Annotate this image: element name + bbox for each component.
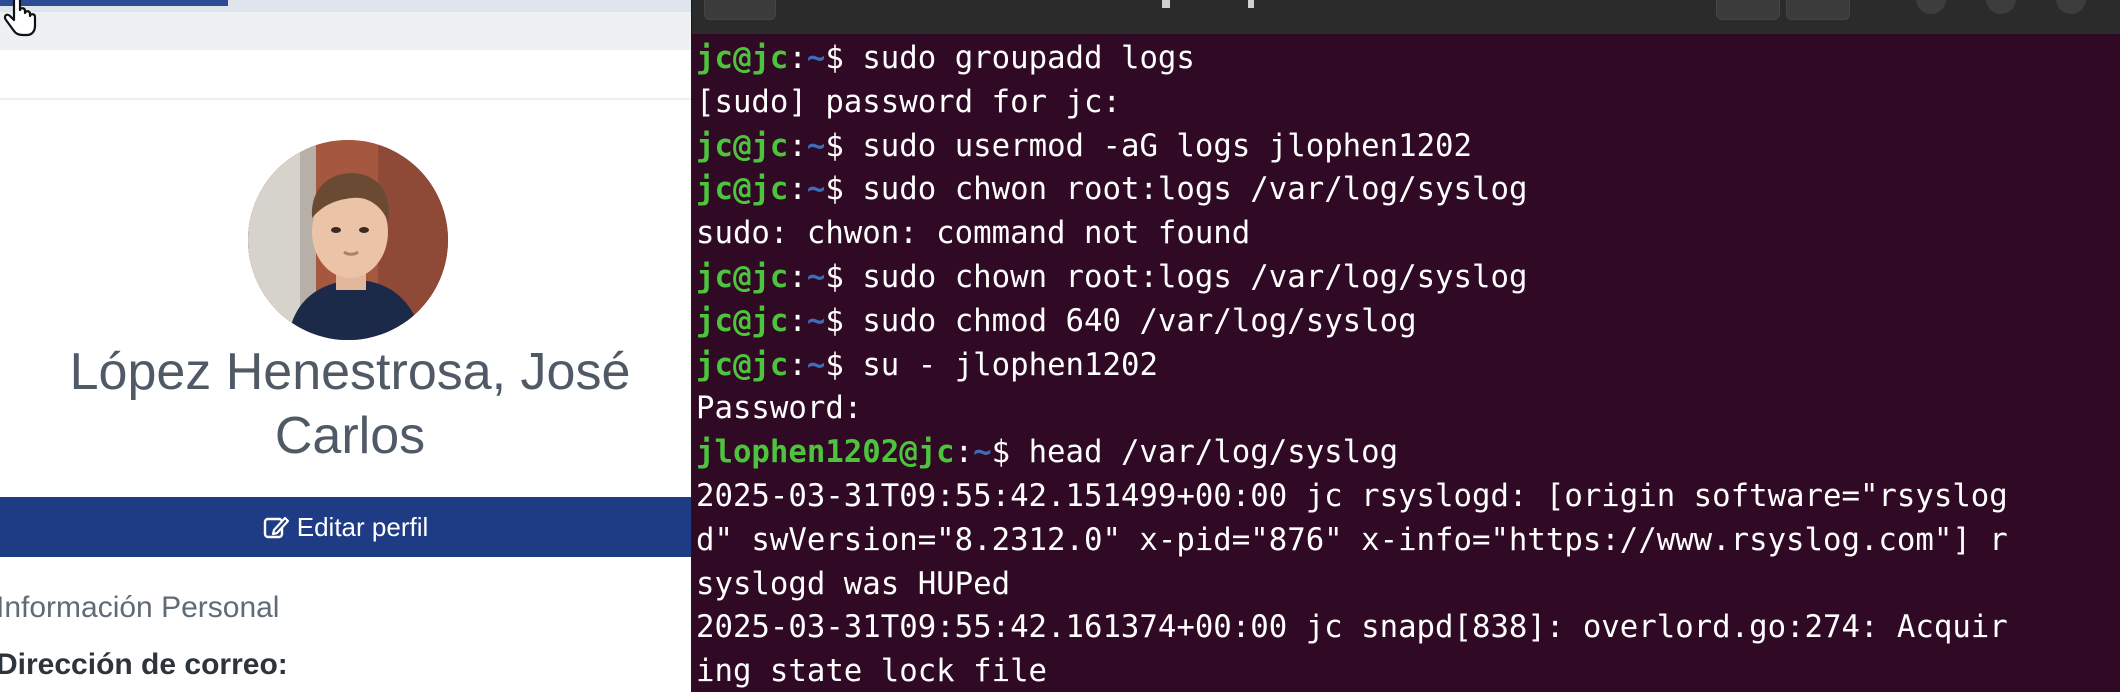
prompt-path: ~ xyxy=(806,259,826,295)
maximize-button[interactable] xyxy=(1986,0,2016,14)
line-text: head /var/log/syslog xyxy=(1028,435,1399,471)
prompt-user: jc@jc xyxy=(696,41,789,76)
header-divider xyxy=(0,98,691,100)
line-text: syslogd was HUPed xyxy=(696,566,1011,602)
terminal-command-line: jc@jc:~$ sudo groupadd logs xyxy=(696,41,1195,76)
personal-info-heading: Información Personal xyxy=(0,591,280,624)
page-top-strip xyxy=(0,0,691,50)
line-text: sudo groupadd logs xyxy=(862,41,1195,76)
search-button[interactable] xyxy=(1716,0,1780,20)
terminal-output-line: Password: xyxy=(696,387,2120,431)
minimize-button[interactable] xyxy=(1916,0,1946,14)
terminal-titlebar[interactable] xyxy=(692,0,2120,34)
hand-cursor-icon xyxy=(3,0,37,37)
terminal-command-line: jc@jc:~$ su - jlophen1202 xyxy=(696,347,1158,383)
menu-button[interactable] xyxy=(1786,0,1850,20)
prompt-user: jlophen1202@jc xyxy=(696,435,955,471)
terminal-output-line: 2025-03-31T09:55:42.151499+00:00 jc rsys… xyxy=(696,475,2120,519)
line-text: Password: xyxy=(696,391,863,427)
profile-name: López Henestrosa, José Carlos xyxy=(69,343,631,465)
terminal-output[interactable]: jc@jc:~$ sudo groupadd logs [sudo] passwo… xyxy=(696,37,2120,692)
line-text: sudo chmod 640 /var/log/syslog xyxy=(862,303,1417,339)
prompt-path: ~ xyxy=(806,172,826,208)
line-text: su - jlophen1202 xyxy=(862,347,1158,383)
profile-avatar xyxy=(248,140,448,340)
terminal-command-line: jc@jc:~$ sudo chmod 640 /var/log/syslog xyxy=(696,303,1417,339)
prompt-user: jc@jc xyxy=(696,347,789,383)
line-text: sudo chown root:logs /var/log/syslog xyxy=(862,259,1528,295)
terminal-output-line: ing state lock file xyxy=(696,650,2120,692)
terminal-output-line: d" swVersion="8.2312.0" x-pid="876" x-in… xyxy=(696,519,2120,563)
prompt-path: ~ xyxy=(806,41,826,76)
edit-profile-label: Editar perfil xyxy=(296,511,429,542)
window-title xyxy=(1162,0,1254,8)
terminal-command-line: jc@jc:~$ sudo chown root:logs /var/log/s… xyxy=(696,259,1528,295)
terminal-output-line: [sudo] password for jc: xyxy=(696,81,2120,125)
prompt-path: ~ xyxy=(806,347,826,383)
prompt-user: jc@jc xyxy=(696,303,789,339)
terminal-command-line: jc@jc:~$ sudo usermod -aG logs jlophen12… xyxy=(696,128,1473,164)
line-text: sudo usermod -aG logs jlophen1202 xyxy=(862,128,1473,164)
close-button[interactable] xyxy=(2056,0,2086,14)
terminal-output-line: syslogd was HUPed xyxy=(696,563,2120,607)
edit-icon xyxy=(263,516,289,539)
prompt-path: ~ xyxy=(973,435,992,471)
line-text: ing state lock file xyxy=(696,654,1048,690)
profile-photo xyxy=(248,140,448,340)
prompt-path: ~ xyxy=(806,303,826,339)
line-text: 2025-03-31T09:55:42.161374+00:00 jc snap… xyxy=(696,610,2008,646)
terminal-command-line: jc@jc:~$ sudo chwon root:logs /var/log/s… xyxy=(696,172,1528,208)
edit-profile-button[interactable]: Editar perfil xyxy=(0,497,691,557)
prompt-user: jc@jc xyxy=(696,128,789,164)
prompt-path: ~ xyxy=(806,128,826,164)
line-text: [sudo] password for jc: xyxy=(696,84,1121,120)
prompt-user: jc@jc xyxy=(696,259,789,295)
new-tab-button[interactable] xyxy=(704,0,776,20)
line-text: 2025-03-31T09:55:42.151499+00:00 jc rsys… xyxy=(696,478,2008,514)
prompt-user: jc@jc xyxy=(696,172,789,208)
profile-page: López Henestrosa, José Carlos Editar per… xyxy=(0,0,691,692)
terminal-window[interactable]: jc@jc:~$ sudo groupadd logs [sudo] passwo… xyxy=(691,0,2120,692)
email-label: Dirección de correo: xyxy=(0,648,288,681)
line-text: sudo chwon root:logs /var/log/syslog xyxy=(862,172,1528,208)
line-text: sudo: chwon: command not found xyxy=(696,216,1251,252)
terminal-command-line: jlophen1202@jc:~$ head /var/log/syslog xyxy=(696,435,1399,471)
loading-progress-bar xyxy=(0,0,691,12)
terminal-output-line: sudo: chwon: command not found xyxy=(696,212,2120,256)
line-text: d" swVersion="8.2312.0" x-pid="876" x-in… xyxy=(696,522,2008,558)
terminal-output-line: 2025-03-31T09:55:42.161374+00:00 jc snap… xyxy=(696,606,2120,650)
